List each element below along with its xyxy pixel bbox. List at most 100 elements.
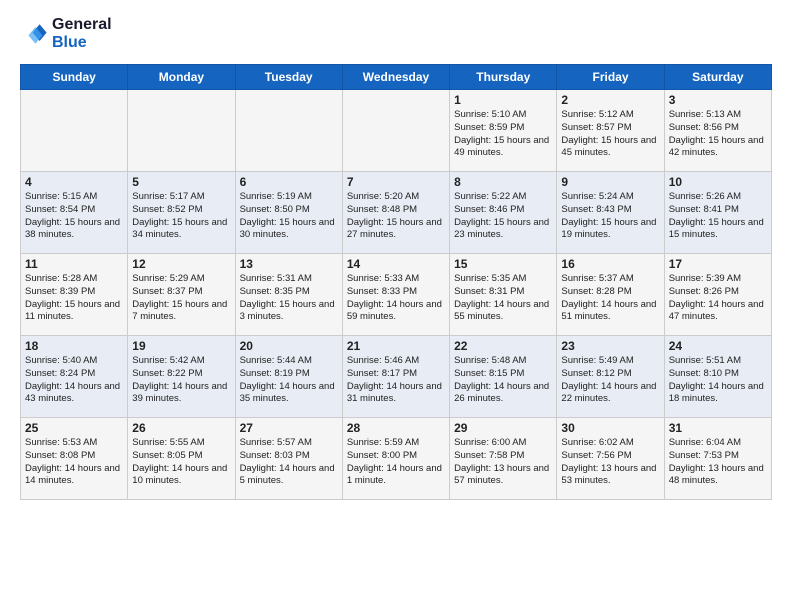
col-header-monday: Monday bbox=[128, 65, 235, 90]
day-info: Sunrise: 5:59 AMSunset: 8:00 PMDaylight:… bbox=[347, 437, 445, 488]
day-cell: 29 Sunrise: 6:00 AMSunset: 7:58 PMDayligh… bbox=[450, 418, 557, 500]
day-number: 28 bbox=[347, 421, 445, 435]
day-number: 30 bbox=[561, 421, 659, 435]
day-number: 6 bbox=[240, 175, 338, 189]
day-cell: 15 Sunrise: 5:35 AMSunset: 8:31 PMDayligh… bbox=[450, 254, 557, 336]
day-info: Sunrise: 5:48 AMSunset: 8:15 PMDaylight:… bbox=[454, 355, 552, 406]
day-info: Sunrise: 5:35 AMSunset: 8:31 PMDaylight:… bbox=[454, 273, 552, 324]
col-header-saturday: Saturday bbox=[664, 65, 771, 90]
day-info: Sunrise: 5:17 AMSunset: 8:52 PMDaylight:… bbox=[132, 191, 230, 242]
week-row-2: 4Sunrise: 5:15 AMSunset: 8:54 PMDaylight… bbox=[21, 172, 772, 254]
day-cell: 9 Sunrise: 5:24 AMSunset: 8:43 PMDaylight… bbox=[557, 172, 664, 254]
week-row-3: 11 Sunrise: 5:28 AMSunset: 8:39 PMDayligh… bbox=[21, 254, 772, 336]
day-cell: 13Sunrise: 5:31 AMSunset: 8:35 PMDayligh… bbox=[235, 254, 342, 336]
day-info: Sunrise: 5:33 AMSunset: 8:33 PMDaylight:… bbox=[347, 273, 445, 324]
col-header-thursday: Thursday bbox=[450, 65, 557, 90]
col-header-tuesday: Tuesday bbox=[235, 65, 342, 90]
day-cell: 12Sunrise: 5:29 AMSunset: 8:37 PMDayligh… bbox=[128, 254, 235, 336]
day-cell: 17 Sunrise: 5:39 AMSunset: 8:26 PMDayligh… bbox=[664, 254, 771, 336]
page: General Blue SundayMondayTuesdayWednesda… bbox=[0, 0, 792, 510]
day-info: Sunrise: 5:12 AMSunset: 8:57 PMDaylight:… bbox=[561, 109, 659, 160]
day-info: Sunrise: 5:49 AMSunset: 8:12 PMDaylight:… bbox=[561, 355, 659, 406]
day-cell: 20 Sunrise: 5:44 AMSunset: 8:19 PMDayligh… bbox=[235, 336, 342, 418]
day-cell: 19 Sunrise: 5:42 AMSunset: 8:22 PMDayligh… bbox=[128, 336, 235, 418]
day-number: 25 bbox=[25, 421, 123, 435]
day-number: 10 bbox=[669, 175, 767, 189]
day-info: Sunrise: 5:20 AMSunset: 8:48 PMDaylight:… bbox=[347, 191, 445, 242]
day-info: Sunrise: 6:00 AMSunset: 7:58 PMDaylight:… bbox=[454, 437, 552, 488]
day-cell bbox=[128, 90, 235, 172]
logo-text: General Blue bbox=[52, 16, 112, 52]
day-info: Sunrise: 5:28 AMSunset: 8:39 PMDaylight:… bbox=[25, 273, 123, 324]
day-number: 7 bbox=[347, 175, 445, 189]
day-cell: 26 Sunrise: 5:55 AMSunset: 8:05 PMDayligh… bbox=[128, 418, 235, 500]
week-row-1: 1 Sunrise: 5:10 AMSunset: 8:59 PMDaylight… bbox=[21, 90, 772, 172]
day-info: Sunrise: 5:46 AMSunset: 8:17 PMDaylight:… bbox=[347, 355, 445, 406]
day-info: Sunrise: 5:57 AMSunset: 8:03 PMDaylight:… bbox=[240, 437, 338, 488]
day-number: 9 bbox=[561, 175, 659, 189]
day-info: Sunrise: 5:19 AMSunset: 8:50 PMDaylight:… bbox=[240, 191, 338, 242]
day-number: 5 bbox=[132, 175, 230, 189]
day-cell: 8Sunrise: 5:22 AMSunset: 8:46 PMDaylight… bbox=[450, 172, 557, 254]
day-cell: 7 Sunrise: 5:20 AMSunset: 8:48 PMDaylight… bbox=[342, 172, 449, 254]
day-number: 24 bbox=[669, 339, 767, 353]
day-number: 15 bbox=[454, 257, 552, 271]
day-cell bbox=[235, 90, 342, 172]
day-cell: 4Sunrise: 5:15 AMSunset: 8:54 PMDaylight… bbox=[21, 172, 128, 254]
day-number: 27 bbox=[240, 421, 338, 435]
day-info: Sunrise: 6:04 AMSunset: 7:53 PMDaylight:… bbox=[669, 437, 767, 488]
day-cell: 23 Sunrise: 5:49 AMSunset: 8:12 PMDayligh… bbox=[557, 336, 664, 418]
day-cell bbox=[342, 90, 449, 172]
day-cell: 21 Sunrise: 5:46 AMSunset: 8:17 PMDayligh… bbox=[342, 336, 449, 418]
day-number: 21 bbox=[347, 339, 445, 353]
day-info: Sunrise: 5:39 AMSunset: 8:26 PMDaylight:… bbox=[669, 273, 767, 324]
day-number: 31 bbox=[669, 421, 767, 435]
day-cell: 27 Sunrise: 5:57 AMSunset: 8:03 PMDayligh… bbox=[235, 418, 342, 500]
day-cell: 24Sunrise: 5:51 AMSunset: 8:10 PMDayligh… bbox=[664, 336, 771, 418]
day-cell: 16Sunrise: 5:37 AMSunset: 8:28 PMDayligh… bbox=[557, 254, 664, 336]
day-number: 1 bbox=[454, 93, 552, 107]
header-row: SundayMondayTuesdayWednesdayThursdayFrid… bbox=[21, 65, 772, 90]
logo: General Blue bbox=[20, 16, 112, 52]
day-info: Sunrise: 5:42 AMSunset: 8:22 PMDaylight:… bbox=[132, 355, 230, 406]
day-info: Sunrise: 6:02 AMSunset: 7:56 PMDaylight:… bbox=[561, 437, 659, 488]
day-info: Sunrise: 5:10 AMSunset: 8:59 PMDaylight:… bbox=[454, 109, 552, 160]
day-cell: 1 Sunrise: 5:10 AMSunset: 8:59 PMDaylight… bbox=[450, 90, 557, 172]
day-number: 2 bbox=[561, 93, 659, 107]
day-number: 23 bbox=[561, 339, 659, 353]
header: General Blue bbox=[20, 16, 772, 52]
day-number: 11 bbox=[25, 257, 123, 271]
day-number: 20 bbox=[240, 339, 338, 353]
day-cell: 22Sunrise: 5:48 AMSunset: 8:15 PMDayligh… bbox=[450, 336, 557, 418]
day-cell: 31 Sunrise: 6:04 AMSunset: 7:53 PMDayligh… bbox=[664, 418, 771, 500]
day-cell: 28 Sunrise: 5:59 AMSunset: 8:00 PMDayligh… bbox=[342, 418, 449, 500]
day-info: Sunrise: 5:44 AMSunset: 8:19 PMDaylight:… bbox=[240, 355, 338, 406]
col-header-wednesday: Wednesday bbox=[342, 65, 449, 90]
day-cell: 6 Sunrise: 5:19 AMSunset: 8:50 PMDaylight… bbox=[235, 172, 342, 254]
day-info: Sunrise: 5:55 AMSunset: 8:05 PMDaylight:… bbox=[132, 437, 230, 488]
day-info: Sunrise: 5:26 AMSunset: 8:41 PMDaylight:… bbox=[669, 191, 767, 242]
col-header-friday: Friday bbox=[557, 65, 664, 90]
day-info: Sunrise: 5:37 AMSunset: 8:28 PMDaylight:… bbox=[561, 273, 659, 324]
day-number: 29 bbox=[454, 421, 552, 435]
day-info: Sunrise: 5:31 AMSunset: 8:35 PMDaylight:… bbox=[240, 273, 338, 324]
day-info: Sunrise: 5:40 AMSunset: 8:24 PMDaylight:… bbox=[25, 355, 123, 406]
day-info: Sunrise: 5:29 AMSunset: 8:37 PMDaylight:… bbox=[132, 273, 230, 324]
day-number: 19 bbox=[132, 339, 230, 353]
day-cell bbox=[21, 90, 128, 172]
day-cell: 18 Sunrise: 5:40 AMSunset: 8:24 PMDayligh… bbox=[21, 336, 128, 418]
day-cell: 30 Sunrise: 6:02 AMSunset: 7:56 PMDayligh… bbox=[557, 418, 664, 500]
day-cell: 2 Sunrise: 5:12 AMSunset: 8:57 PMDaylight… bbox=[557, 90, 664, 172]
day-number: 4 bbox=[25, 175, 123, 189]
day-cell: 3Sunrise: 5:13 AMSunset: 8:56 PMDaylight… bbox=[664, 90, 771, 172]
day-info: Sunrise: 5:24 AMSunset: 8:43 PMDaylight:… bbox=[561, 191, 659, 242]
week-row-4: 18 Sunrise: 5:40 AMSunset: 8:24 PMDayligh… bbox=[21, 336, 772, 418]
day-number: 17 bbox=[669, 257, 767, 271]
day-info: Sunrise: 5:13 AMSunset: 8:56 PMDaylight:… bbox=[669, 109, 767, 160]
day-cell: 14Sunrise: 5:33 AMSunset: 8:33 PMDayligh… bbox=[342, 254, 449, 336]
day-number: 18 bbox=[25, 339, 123, 353]
day-info: Sunrise: 5:53 AMSunset: 8:08 PMDaylight:… bbox=[25, 437, 123, 488]
day-number: 26 bbox=[132, 421, 230, 435]
week-row-5: 25 Sunrise: 5:53 AMSunset: 8:08 PMDayligh… bbox=[21, 418, 772, 500]
col-header-sunday: Sunday bbox=[21, 65, 128, 90]
